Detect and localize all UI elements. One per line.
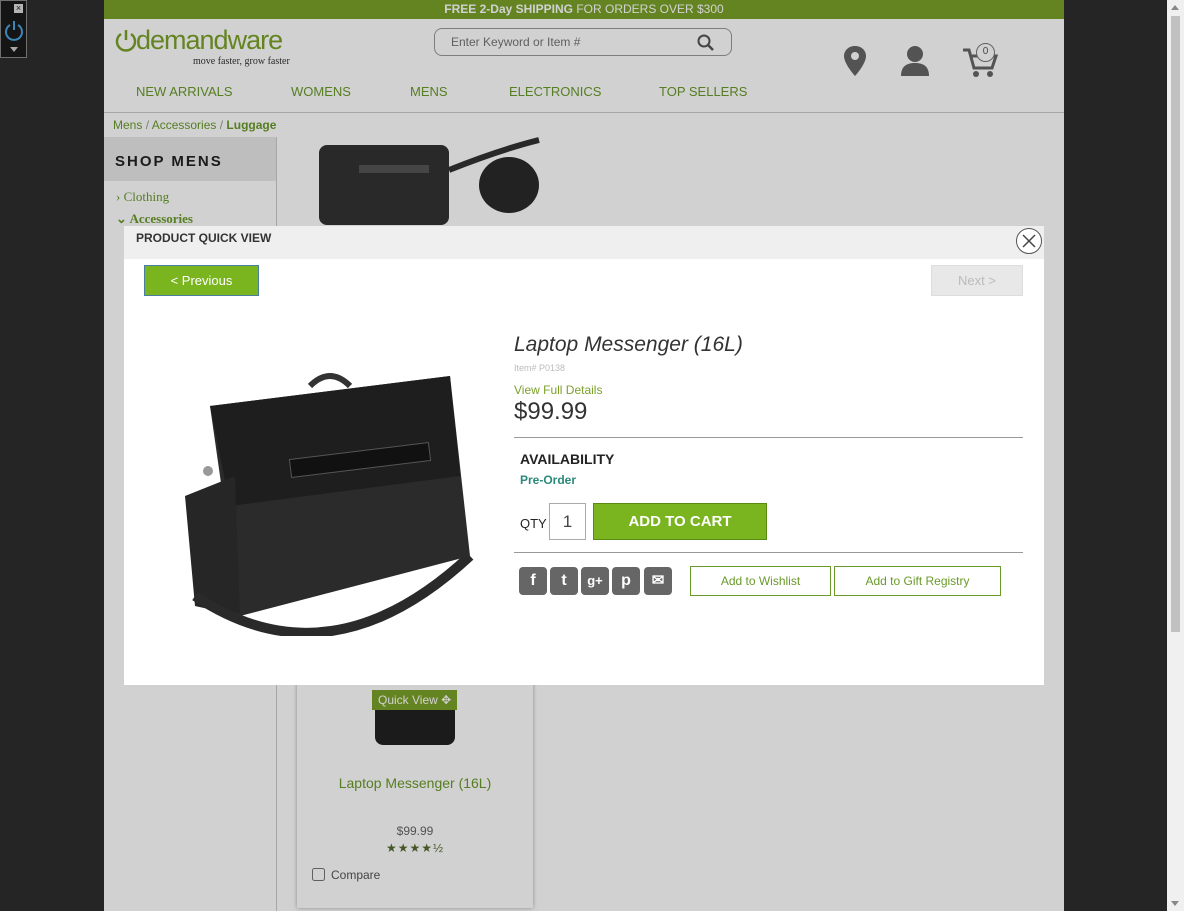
view-full-details-link[interactable]: View Full Details <box>514 383 602 397</box>
availability-heading: AVAILABILITY <box>520 451 615 467</box>
divider <box>514 552 1023 553</box>
scroll-down-arrow[interactable] <box>1171 901 1179 906</box>
quantity-input[interactable] <box>549 503 586 540</box>
scroll-up-arrow[interactable] <box>1171 5 1179 10</box>
close-icon[interactable] <box>1017 229 1041 253</box>
add-to-wishlist-button[interactable]: Add to Wishlist <box>690 566 831 596</box>
qty-label: QTY <box>520 516 547 531</box>
pinterest-icon[interactable]: p <box>612 567 640 595</box>
quick-view-modal: PRODUCT QUICK VIEW < Previous Next > Lap… <box>124 226 1044 685</box>
page-scrollbar[interactable] <box>1167 0 1184 911</box>
availability-status: Pre-Order <box>520 473 577 487</box>
previous-button[interactable]: < Previous <box>144 265 259 296</box>
next-button[interactable]: Next > <box>931 265 1023 296</box>
add-to-gift-registry-button[interactable]: Add to Gift Registry <box>834 566 1001 596</box>
google-plus-icon[interactable]: g+ <box>581 567 609 595</box>
item-number: Item# P0138 <box>514 363 566 373</box>
product-image <box>185 373 474 636</box>
facebook-icon[interactable]: f <box>519 567 547 595</box>
product-name: Laptop Messenger (16L) <box>514 333 743 356</box>
modal-close-button[interactable] <box>1016 228 1042 254</box>
email-icon[interactable]: ✉ <box>644 567 672 595</box>
twitter-icon[interactable]: t <box>550 567 578 595</box>
add-to-cart-button[interactable]: ADD TO CART <box>593 503 767 540</box>
scrollbar-thumb[interactable] <box>1171 16 1180 632</box>
product-price: $99.99 <box>514 398 588 425</box>
divider <box>514 437 1023 438</box>
modal-title: PRODUCT QUICK VIEW <box>124 226 1044 259</box>
